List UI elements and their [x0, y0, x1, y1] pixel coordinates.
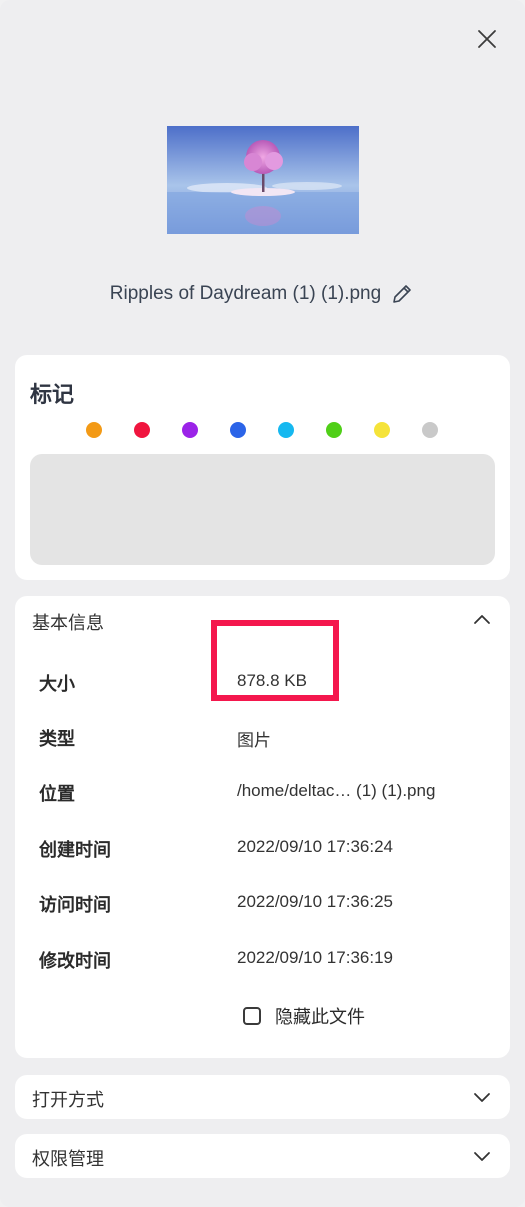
tag-color-dot[interactable]	[326, 422, 342, 438]
chevron-down-icon	[474, 1152, 490, 1161]
tag-input-area[interactable]	[30, 454, 495, 565]
file-thumbnail	[167, 126, 359, 234]
permissions-card[interactable]: 权限管理	[15, 1134, 510, 1178]
open-with-card[interactable]: 打开方式	[15, 1075, 510, 1119]
basic-info-card: 基本信息 大小 878.8 KB 类型 图片 位置 /home/deltac… …	[15, 596, 510, 1058]
info-row-size: 大小 878.8 KB	[15, 666, 510, 696]
tag-color-dot[interactable]	[182, 422, 198, 438]
file-properties-panel: Ripples of Daydream (1) (1).png 标记 基本信息 …	[0, 0, 525, 1207]
tag-color-dot[interactable]	[374, 422, 390, 438]
info-row-created: 创建时间 2022/09/10 17:36:24	[15, 832, 510, 862]
tag-color-dot[interactable]	[278, 422, 294, 438]
info-value: 2022/09/10 17:36:19	[237, 948, 393, 967]
info-key: 修改时间	[39, 951, 111, 972]
tags-title: 标记	[30, 383, 75, 408]
tag-color-dot[interactable]	[230, 422, 246, 438]
info-value: 2022/09/10 17:36:24	[237, 837, 393, 856]
info-row-location: 位置 /home/deltac… (1) (1).png	[15, 776, 510, 806]
close-button[interactable]	[470, 22, 504, 56]
tag-color-dot[interactable]	[134, 422, 150, 438]
basic-info-title: 基本信息	[32, 613, 104, 634]
rename-button[interactable]	[391, 282, 415, 306]
info-value: 2022/09/10 17:36:25	[237, 892, 393, 911]
info-key: 类型	[39, 729, 75, 750]
tags-card: 标记	[15, 355, 510, 580]
chevron-down-icon	[474, 1093, 490, 1102]
filename-row: Ripples of Daydream (1) (1).png	[0, 278, 525, 310]
info-value: 878.8 KB	[237, 671, 307, 690]
info-row-type: 类型 图片	[15, 721, 510, 751]
chevron-up-icon	[474, 615, 490, 624]
hide-file-checkbox[interactable]	[243, 1007, 261, 1025]
open-with-title: 打开方式	[32, 1090, 104, 1111]
hide-file-option[interactable]: 隐藏此文件	[243, 1002, 365, 1030]
info-value[interactable]: /home/deltac… (1) (1).png	[237, 781, 435, 801]
tag-color-list	[15, 422, 510, 442]
tag-color-dot[interactable]	[422, 422, 438, 438]
info-row-modified: 修改时间 2022/09/10 17:36:19	[15, 943, 510, 973]
permissions-title: 权限管理	[32, 1149, 104, 1170]
tag-color-dot[interactable]	[86, 422, 102, 438]
info-key: 位置	[39, 784, 75, 805]
info-row-accessed: 访问时间 2022/09/10 17:36:25	[15, 887, 510, 917]
pencil-icon	[393, 285, 411, 303]
file-name: Ripples of Daydream (1) (1).png	[109, 283, 382, 304]
info-key: 创建时间	[39, 840, 111, 861]
basic-info-header[interactable]: 基本信息	[15, 596, 510, 644]
info-key: 大小	[39, 674, 75, 695]
info-value: 图片	[237, 731, 271, 750]
close-icon	[478, 30, 496, 48]
info-key: 访问时间	[39, 895, 111, 916]
hide-file-label: 隐藏此文件	[275, 1007, 365, 1028]
